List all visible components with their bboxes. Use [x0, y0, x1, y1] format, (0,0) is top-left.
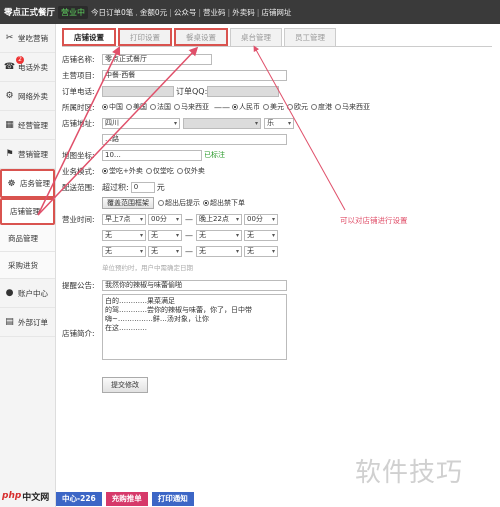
annotation-text: 可以对店铺进行设置: [340, 216, 408, 225]
php-logo: php 中文网: [2, 491, 50, 503]
arrow-to-store-tab: [253, 45, 346, 211]
bottom-bar: 中心-226 充购推单 打印通知: [56, 490, 194, 507]
watermark: 软件技巧: [355, 458, 464, 488]
service-center-button[interactable]: 中心-226: [56, 491, 102, 506]
push-order-button[interactable]: 充购推单: [105, 491, 148, 506]
arrow-to-print-tab: [37, 45, 121, 216]
arrow-to-table-tab: [37, 46, 199, 216]
print-notify-button[interactable]: 打印通知: [151, 491, 194, 506]
annotation-arrows: [37, 45, 346, 216]
